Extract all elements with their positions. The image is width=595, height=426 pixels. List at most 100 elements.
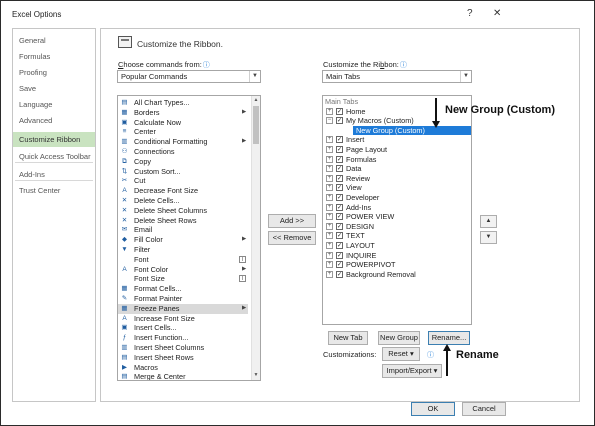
tab-checkbox[interactable]: ✓ (336, 184, 343, 192)
list-item[interactable]: Font Size I (118, 274, 248, 284)
move-down-button[interactable]: ▼ (480, 231, 497, 244)
chevron-down-icon[interactable]: ▼ (460, 71, 471, 82)
nav-item-proofing[interactable]: Proofing (13, 65, 95, 80)
tree-item[interactable]: + ✓ Insert (323, 135, 471, 145)
tab-checkbox[interactable]: ✓ (336, 145, 343, 153)
nav-item-customize-ribbon[interactable]: Customize Ribbon (13, 132, 95, 147)
import-export-button[interactable]: Import/Export ▾ (382, 364, 442, 378)
expand-icon[interactable]: + (326, 203, 333, 211)
customize-ribbon-combo[interactable]: Main Tabs ▼ (322, 70, 472, 83)
expand-icon[interactable]: + (326, 155, 333, 163)
choose-commands-combo[interactable]: Popular Commands ▼ (117, 70, 261, 83)
tab-checkbox[interactable]: ✓ (336, 261, 343, 269)
nav-item-general[interactable]: General (13, 33, 95, 48)
list-item[interactable]: ⇅ Custom Sort... (118, 167, 248, 177)
new-group-button[interactable]: New Group (378, 331, 420, 345)
info-icon[interactable]: ⓘ (203, 62, 210, 69)
tree-item[interactable]: + ✓ INQUIRE (323, 251, 471, 261)
nav-item-save[interactable]: Save (13, 81, 95, 96)
list-item[interactable]: ▤ Insert Sheet Rows (118, 353, 248, 363)
tree-item[interactable]: + ✓ TEXT (323, 231, 471, 241)
ok-button[interactable]: OK (411, 402, 455, 416)
move-up-button[interactable]: ▲ (480, 215, 497, 228)
list-item[interactable]: ▤ All Chart Types... (118, 98, 248, 108)
close-icon[interactable]: ✕ (493, 8, 501, 19)
list-item[interactable]: ✂ Cut (118, 176, 248, 186)
list-item[interactable]: ƒ Insert Function... (118, 333, 248, 343)
collapse-icon[interactable]: − (326, 117, 333, 125)
commands-scrollbar[interactable]: ▲ ▼ (251, 96, 260, 380)
tab-checkbox[interactable]: ✓ (336, 213, 343, 221)
list-item[interactable]: ▦ Freeze Panes ▶ (118, 303, 248, 314)
list-item[interactable]: ⚇ Connections (118, 147, 248, 157)
nav-item-formulas[interactable]: Formulas (13, 49, 95, 64)
tree-item[interactable]: + ✓ Page Layout (323, 145, 471, 155)
list-item[interactable]: ✉ Email (118, 225, 248, 235)
expand-icon[interactable]: + (326, 165, 333, 173)
scroll-thumb[interactable] (253, 106, 259, 144)
list-item[interactable]: ▶ Macros (118, 363, 248, 373)
help-icon[interactable]: ? (467, 8, 473, 19)
cancel-button[interactable]: Cancel (462, 402, 506, 416)
expand-icon[interactable]: + (326, 232, 333, 240)
list-item[interactable]: ▦ Borders ▶ (118, 108, 248, 118)
nav-item-advanced[interactable]: Advanced (13, 113, 95, 128)
list-item[interactable]: A Decrease Font Size (118, 186, 248, 196)
tab-checkbox[interactable]: ✓ (336, 222, 343, 230)
list-item[interactable]: ≡ Center (118, 127, 248, 137)
list-item[interactable]: ◆ Fill Color ▶ (118, 235, 248, 245)
expand-icon[interactable]: + (326, 251, 333, 259)
tree-item-new-group[interactable]: New Group (Custom) (353, 125, 471, 136)
ribbon-tabs-tree[interactable]: Main Tabs + ✓ Home − ✓ My Macros (Custom) New G… (322, 95, 472, 325)
tree-item[interactable]: + ✓ Add-Ins (323, 203, 471, 213)
tab-checkbox[interactable]: ✓ (336, 155, 343, 163)
expand-icon[interactable]: + (326, 222, 333, 230)
list-item[interactable]: ▼ Filter (118, 245, 248, 255)
tab-checkbox[interactable]: ✓ (336, 203, 343, 211)
list-item[interactable]: ✕ Delete Cells... (118, 196, 248, 206)
list-item[interactable]: ▥ Insert Sheet Columns (118, 343, 248, 353)
add-button[interactable]: Add >> (268, 214, 316, 228)
tree-item[interactable]: + ✓ DESIGN (323, 222, 471, 232)
new-tab-button[interactable]: New Tab (328, 331, 368, 345)
nav-item-language[interactable]: Language (13, 97, 95, 112)
expand-icon[interactable]: + (326, 193, 333, 201)
list-item[interactable]: ▣ Calculate Now (118, 118, 248, 128)
tab-checkbox[interactable]: ✓ (336, 107, 343, 115)
expand-icon[interactable]: + (326, 107, 333, 115)
tab-checkbox[interactable]: ✓ (336, 174, 343, 182)
scroll-down-icon[interactable]: ▼ (252, 371, 260, 380)
list-item[interactable]: ✎ Format Painter (118, 294, 248, 304)
tree-item[interactable]: + ✓ Developer (323, 193, 471, 203)
remove-button[interactable]: << Remove (268, 231, 316, 245)
expand-icon[interactable]: + (326, 241, 333, 249)
chevron-down-icon[interactable]: ▼ (249, 71, 260, 82)
expand-icon[interactable]: + (326, 213, 333, 221)
expand-icon[interactable]: + (326, 145, 333, 153)
info-icon[interactable]: ⓘ (400, 62, 407, 69)
expand-icon[interactable]: + (326, 174, 333, 182)
tab-checkbox[interactable]: ✓ (336, 136, 343, 144)
list-item[interactable]: ✕ Delete Sheet Rows (118, 216, 248, 226)
list-item[interactable]: ▥ Conditional Formatting ▶ (118, 137, 248, 147)
tree-item[interactable]: + ✓ Data (323, 164, 471, 174)
list-item[interactable]: ⧉ Copy (118, 157, 248, 167)
tree-item[interactable]: + ✓ Background Removal (323, 270, 471, 280)
scroll-up-icon[interactable]: ▲ (252, 96, 260, 105)
tab-checkbox[interactable]: ✓ (336, 117, 343, 125)
tree-item[interactable]: + ✓ POWER VIEW (323, 212, 471, 222)
tree-item[interactable]: + ✓ View (323, 183, 471, 193)
tab-checkbox[interactable]: ✓ (336, 270, 343, 278)
list-item[interactable]: A Font Color ▶ (118, 265, 248, 275)
list-item[interactable]: ▦ Format Cells... (118, 284, 248, 294)
rename-button[interactable]: Rename... (428, 331, 470, 345)
reset-button[interactable]: Reset ▾ (382, 347, 420, 361)
tab-checkbox[interactable]: ✓ (336, 193, 343, 201)
expand-icon[interactable]: + (326, 184, 333, 192)
tree-item[interactable]: + ✓ POWERPIVOT (323, 260, 471, 270)
info-icon[interactable]: ⓘ (427, 350, 434, 360)
list-item[interactable]: A Increase Font Size (118, 314, 248, 324)
expand-icon[interactable]: + (326, 136, 333, 144)
list-item[interactable]: ▤ Merge & Center (118, 372, 248, 380)
expand-icon[interactable]: + (326, 261, 333, 269)
